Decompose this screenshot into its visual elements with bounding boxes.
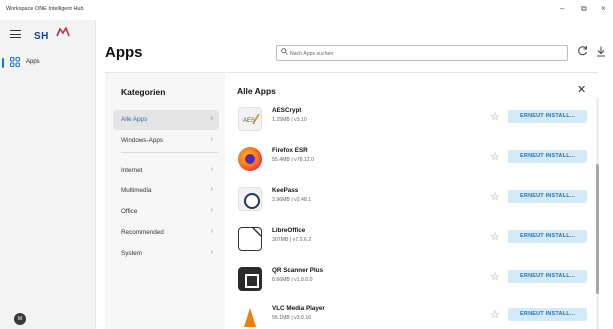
list-item[interactable]: KeePass 3.96MB | v2.48.1 ☆ ERNEUT INSTAL… (234, 183, 587, 219)
search-input[interactable]: Nach Apps suchen (276, 45, 568, 61)
app-name: AESCrypt (272, 107, 302, 114)
app-name: LibreOffice (272, 227, 306, 234)
window-title: Workspace ONE Intelligent Hub (6, 6, 84, 12)
hamburger-menu-icon[interactable] (10, 30, 21, 39)
app-meta: 55.4MB | v78.12.0 (272, 157, 315, 163)
logo-tagline-mark (44, 39, 66, 44)
category-internet[interactable]: Internet › (113, 161, 219, 181)
reinstall-button[interactable]: ERNEUT INSTALL... (508, 150, 587, 163)
chevron-right-icon: › (210, 207, 213, 214)
list-item[interactable]: VLC Media Player 56.1MB | v3.0.16 ☆ ERNE… (234, 301, 587, 329)
active-indicator (2, 58, 4, 68)
libreoffice-icon (238, 227, 262, 251)
chevron-right-icon: › (210, 186, 213, 193)
app-meta: 1.25MB | v3.10 (272, 117, 307, 123)
star-icon[interactable]: ☆ (490, 190, 500, 203)
reinstall-button[interactable]: ERNEUT INSTALL... (508, 308, 587, 321)
chevron-right-icon: › (210, 136, 213, 143)
app-name: Firefox ESR (272, 147, 308, 154)
list-item[interactable]: LibreOffice 307MB | v7.0.6.2 ☆ ERNEUT IN… (234, 223, 587, 259)
chevron-right-icon: › (210, 115, 213, 122)
app-meta: 8.66MB | v1.8.0.0 (272, 277, 313, 283)
category-label: System (121, 250, 142, 257)
categories-title: Kategorien (121, 87, 166, 97)
minimize-icon[interactable]: – (560, 4, 564, 13)
close-icon[interactable]: ✕ (577, 83, 586, 96)
apps-grid-icon (10, 57, 20, 70)
keepass-icon (238, 187, 262, 211)
category-label: Recommended (121, 229, 164, 236)
chevron-right-icon: › (210, 249, 213, 256)
left-nav: SH Apps M (0, 20, 96, 329)
search-placeholder: Nach Apps suchen (290, 50, 334, 57)
app-meta: 307MB | v7.0.6.2 (272, 237, 312, 243)
close-window-icon[interactable]: × (601, 4, 606, 13)
sidebar-item-label: Apps (26, 59, 40, 65)
category-label: Multimedia (121, 187, 152, 194)
app-name: QR Scanner Plus (272, 267, 324, 274)
scrollbar[interactable] (595, 98, 600, 329)
reinstall-button[interactable]: ERNEUT INSTALL... (508, 230, 587, 243)
reinstall-button[interactable]: ERNEUT INSTALL... (508, 110, 587, 123)
app-list-title: Alle Apps (237, 86, 276, 96)
vlc-icon (238, 305, 262, 329)
refresh-icon[interactable] (577, 45, 588, 59)
chevron-right-icon: › (210, 228, 213, 235)
category-windows-apps[interactable]: Windows-Apps › (113, 131, 219, 151)
star-icon[interactable]: ☆ (490, 270, 500, 283)
maximize-icon[interactable]: ⧉ (581, 4, 587, 14)
category-label: Windows-Apps (121, 137, 163, 144)
category-label: Internet (121, 167, 143, 174)
company-logo: SH (34, 26, 78, 46)
list-item[interactable]: AES AESCrypt 1.25MB | v3.10 ☆ ERNEUT INS… (234, 103, 587, 139)
categories-panel: Kategorien Alle Apps › Windows-Apps › In… (105, 72, 225, 329)
app-name: KeePass (272, 187, 299, 194)
category-multimedia[interactable]: Multimedia › (113, 181, 219, 201)
download-icon[interactable] (596, 46, 606, 60)
category-office[interactable]: Office › (113, 202, 219, 222)
category-recommended[interactable]: Recommended › (113, 223, 219, 243)
chevron-right-icon: › (210, 166, 213, 173)
star-icon[interactable]: ☆ (490, 110, 500, 123)
category-divider (121, 152, 219, 153)
search-icon (281, 48, 288, 57)
list-item[interactable]: QR Scanner Plus 8.66MB | v1.8.0.0 ☆ ERNE… (234, 263, 587, 299)
scroll-thumb[interactable] (596, 164, 599, 294)
title-bar: Workspace ONE Intelligent Hub – ⧉ × (0, 0, 613, 20)
avatar[interactable]: M (14, 313, 26, 325)
firefox-icon (238, 147, 262, 171)
category-system[interactable]: System › (113, 244, 219, 264)
app-meta: 56.1MB | v3.0.16 (272, 315, 312, 321)
category-label: Alle Apps (121, 116, 148, 123)
category-label: Office (121, 208, 138, 215)
list-item[interactable]: Firefox ESR 55.4MB | v78.12.0 ☆ ERNEUT I… (234, 143, 587, 179)
app-name: VLC Media Player (272, 305, 325, 312)
reinstall-button[interactable]: ERNEUT INSTALL... (508, 270, 587, 283)
app-list-panel: Alle Apps ✕ AES AESCrypt 1.25MB | v3.10 … (226, 72, 598, 329)
sidebar-item-apps[interactable]: Apps (2, 56, 90, 70)
star-icon[interactable]: ☆ (490, 308, 500, 321)
aescrypt-icon: AES (238, 107, 262, 131)
app-meta: 3.96MB | v2.48.1 (272, 197, 312, 203)
qr-scanner-icon (238, 267, 262, 291)
logo-mark-icon (56, 27, 70, 37)
category-all-apps[interactable]: Alle Apps › (113, 110, 219, 130)
star-icon[interactable]: ☆ (490, 150, 500, 163)
star-icon[interactable]: ☆ (490, 230, 500, 243)
reinstall-button[interactable]: ERNEUT INSTALL... (508, 190, 587, 203)
page-title: Apps (105, 44, 143, 61)
